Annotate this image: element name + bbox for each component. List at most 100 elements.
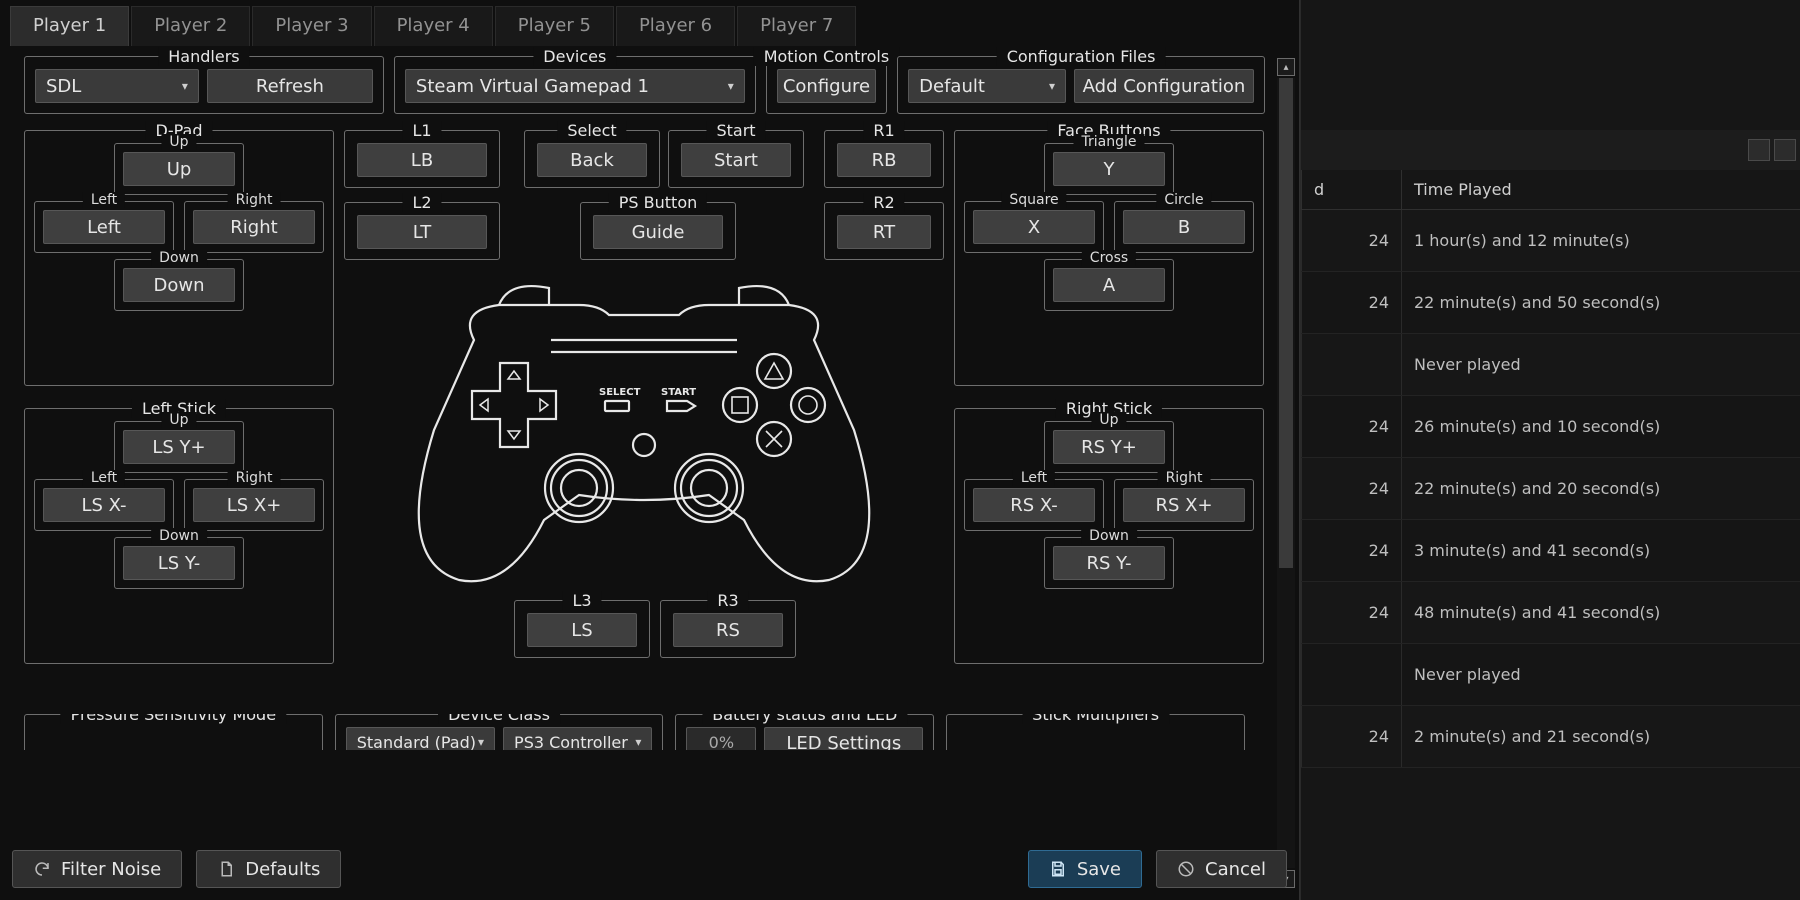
tab-player-1[interactable]: Player 1: [10, 6, 129, 46]
bind-select-button[interactable]: Back: [537, 143, 647, 177]
cell-time-played: Never played: [1401, 644, 1800, 705]
bind-l2-button[interactable]: LT: [357, 215, 487, 249]
bind-ls-left: Left LS X-: [34, 479, 174, 531]
bind-ls-up-button[interactable]: LS Y+: [123, 430, 235, 464]
cancel-button[interactable]: Cancel: [1156, 850, 1287, 888]
table-row[interactable]: Never played: [1301, 644, 1800, 706]
table-row[interactable]: 2422 minute(s) and 20 second(s): [1301, 458, 1800, 520]
bind-r3-button[interactable]: RS: [673, 613, 783, 647]
tab-player-4[interactable]: Player 4: [374, 6, 493, 46]
tab-player-2[interactable]: Player 2: [131, 6, 250, 46]
scroll-track[interactable]: [1277, 78, 1295, 868]
bind-rs-up-button[interactable]: RS Y+: [1053, 430, 1165, 464]
led-settings-button[interactable]: LED Settings: [764, 727, 923, 750]
group-l2: L2 LT: [344, 202, 500, 260]
cell-time-played: Never played: [1401, 334, 1800, 395]
table-row[interactable]: 2426 minute(s) and 10 second(s): [1301, 396, 1800, 458]
cell-updated: 24: [1301, 582, 1401, 643]
add-configuration-button[interactable]: Add Configuration: [1074, 69, 1254, 103]
table-row[interactable]: 2448 minute(s) and 41 second(s): [1301, 582, 1800, 644]
cancel-icon: [1177, 860, 1195, 878]
device-type-dropdown[interactable]: PS3 Controller▾: [503, 727, 652, 750]
cell-time-played: 1 hour(s) and 12 minute(s): [1401, 210, 1800, 271]
bind-dpad-up-button[interactable]: Up: [123, 152, 235, 186]
bind-r1-button[interactable]: RB: [837, 143, 931, 177]
bind-cross-button[interactable]: A: [1053, 268, 1165, 302]
table-row[interactable]: Never played: [1301, 334, 1800, 396]
bind-rs-down: Down RS Y-: [1044, 537, 1174, 589]
bind-triangle: Triangle Y: [1044, 143, 1174, 195]
refresh-button[interactable]: Refresh: [207, 69, 373, 103]
save-button[interactable]: Save: [1028, 850, 1142, 888]
table-row[interactable]: 242 minute(s) and 21 second(s): [1301, 706, 1800, 768]
motion-configure-button[interactable]: Configure: [777, 69, 876, 103]
bind-dpad-up: Up Up: [114, 143, 244, 195]
bind-rs-right-button[interactable]: RS X+: [1123, 488, 1245, 522]
group-ps-button: PS Button Guide: [580, 202, 736, 260]
bind-start-button[interactable]: Start: [681, 143, 791, 177]
handlers-dropdown[interactable]: SDL ▾: [35, 69, 199, 103]
table-row[interactable]: 241 hour(s) and 12 minute(s): [1301, 210, 1800, 272]
bind-l3-button[interactable]: LS: [527, 613, 637, 647]
device-dropdown[interactable]: Steam Virtual Gamepad 1 ▾: [405, 69, 745, 103]
bind-dpad-left-button[interactable]: Left: [43, 210, 165, 244]
group-l1: L1 LB: [344, 130, 500, 188]
svg-text:START: START: [661, 387, 696, 398]
document-icon: [217, 860, 235, 878]
bind-dpad-down: Down Down: [114, 259, 244, 311]
config-dropdown-value: Default: [919, 76, 985, 97]
cell-updated: 24: [1301, 210, 1401, 271]
bind-ls-down-button[interactable]: LS Y-: [123, 546, 235, 580]
group-label: Handlers: [158, 47, 249, 66]
vertical-scrollbar[interactable]: ▴ ▾: [1277, 58, 1295, 888]
bind-ls-left-button[interactable]: LS X-: [43, 488, 165, 522]
bind-rs-down-button[interactable]: RS Y-: [1053, 546, 1165, 580]
bind-ls-right-button[interactable]: LS X+: [193, 488, 315, 522]
cell-updated: 24: [1301, 396, 1401, 457]
bind-rs-left-button[interactable]: RS X-: [973, 488, 1095, 522]
scroll-up-button[interactable]: ▴: [1277, 58, 1295, 76]
device-class-dropdown[interactable]: Standard (Pad)▾: [346, 727, 495, 750]
col-time-played[interactable]: Time Played: [1401, 170, 1800, 209]
bind-r2-button[interactable]: RT: [837, 215, 931, 249]
bind-square-button[interactable]: X: [973, 210, 1095, 244]
tab-player-3[interactable]: Player 3: [252, 6, 371, 46]
bind-dpad-down-button[interactable]: Down: [123, 268, 235, 302]
group-left-stick: Left Stick Up LS Y+ Left LS X-: [24, 408, 334, 664]
cell-updated: 24: [1301, 706, 1401, 767]
cell-updated: [1301, 644, 1401, 705]
bind-dpad-right-button[interactable]: Right: [193, 210, 315, 244]
config-dropdown[interactable]: Default ▾: [908, 69, 1066, 103]
group-battery-led: Battery status and LED 0% LED Settings: [675, 714, 934, 750]
bind-ps-button[interactable]: Guide: [593, 215, 723, 249]
table-row[interactable]: 243 minute(s) and 41 second(s): [1301, 520, 1800, 582]
tab-player-7[interactable]: Player 7: [737, 6, 856, 46]
group-r1: R1 RB: [824, 130, 944, 188]
bind-ls-down: Down LS Y-: [114, 537, 244, 589]
defaults-button[interactable]: Defaults: [196, 850, 341, 888]
group-label: Devices: [533, 47, 616, 66]
view-grid-button[interactable]: [1748, 139, 1770, 161]
scroll-thumb[interactable]: [1279, 78, 1293, 568]
table-header: d Time Played: [1301, 170, 1800, 210]
tab-player-5[interactable]: Player 5: [495, 6, 614, 46]
group-start: Start Start: [668, 130, 804, 188]
col-updated[interactable]: d: [1301, 170, 1401, 209]
bind-l1-button[interactable]: LB: [357, 143, 487, 177]
bind-dpad-right: Right Right: [184, 201, 324, 253]
bind-ls-right: Right LS X+: [184, 479, 324, 531]
cell-time-played: 3 minute(s) and 41 second(s): [1401, 520, 1800, 581]
table-row[interactable]: 2422 minute(s) and 50 second(s): [1301, 272, 1800, 334]
filter-noise-button[interactable]: Filter Noise: [12, 850, 182, 888]
cell-time-played: 26 minute(s) and 10 second(s): [1401, 396, 1800, 457]
controller-diagram: SELECT START: [399, 270, 889, 600]
bind-triangle-button[interactable]: Y: [1053, 152, 1165, 186]
bind-circle-button[interactable]: B: [1123, 210, 1245, 244]
view-list-button[interactable]: [1774, 139, 1796, 161]
device-dropdown-value: Steam Virtual Gamepad 1: [416, 76, 649, 97]
background-game-list: d Time Played 241 hour(s) and 12 minute(…: [1300, 0, 1800, 900]
bind-cross: Cross A: [1044, 259, 1174, 311]
tab-player-6[interactable]: Player 6: [616, 6, 735, 46]
cell-time-played: 22 minute(s) and 20 second(s): [1401, 458, 1800, 519]
bind-square: Square X: [964, 201, 1104, 253]
